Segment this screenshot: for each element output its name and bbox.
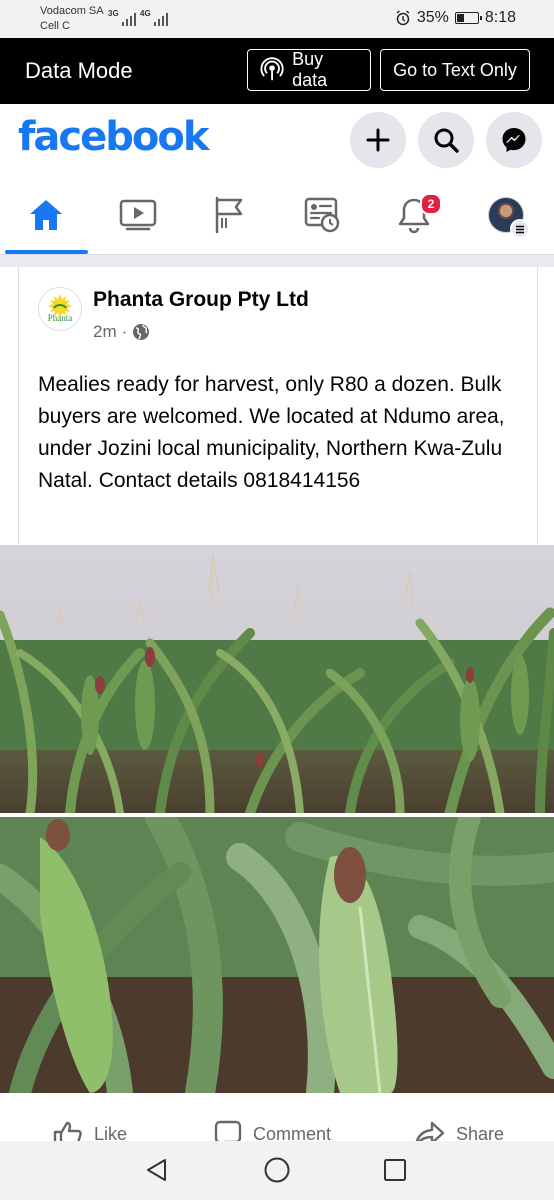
buy-data-label: Buy data [292, 49, 328, 90]
messenger-button[interactable] [486, 112, 542, 168]
video-icon [119, 199, 157, 231]
profile-menu-icon [488, 197, 530, 239]
buy-data-button[interactable]: Buy data [247, 49, 371, 91]
clock: 8:18 [484, 9, 516, 26]
phanta-logo: Phanta [39, 288, 81, 330]
globe-icon [133, 324, 150, 340]
data-mode-title: Data Mode [25, 58, 133, 83]
share-icon [415, 1121, 445, 1141]
home-icon [30, 200, 62, 230]
maize-field-image [0, 545, 554, 813]
android-nav-bar [0, 1141, 554, 1200]
comment-icon [214, 1120, 242, 1141]
post-card: Phanta Phanta Group Pty Ltd 2m · Mealies… [18, 267, 538, 545]
carrier-secondary: Cell C [40, 20, 70, 32]
recents-square-icon [384, 1159, 406, 1181]
status-right: 35% 8:18 [395, 9, 516, 27]
signal-icon-1 [122, 10, 136, 26]
tab-menu[interactable] [460, 176, 552, 254]
tab-notifications[interactable]: 2 [368, 176, 460, 254]
phanta-logo-text: Phanta [48, 313, 73, 323]
plus-icon [366, 128, 390, 152]
thumbs-up-icon [53, 1121, 82, 1141]
active-tab-indicator [5, 250, 88, 254]
messenger-icon [502, 128, 526, 152]
flag-icon [215, 196, 243, 234]
search-button[interactable] [418, 112, 474, 168]
share-label: Share [456, 1123, 505, 1142]
back-triangle-icon [147, 1159, 166, 1181]
post-photo-2[interactable] [0, 817, 554, 1093]
tab-pages[interactable] [184, 176, 276, 254]
create-post-button[interactable] [350, 112, 406, 168]
post-text: Mealies ready for harvest, only R80 a do… [38, 373, 505, 492]
comment-button[interactable]: Comment [213, 1119, 331, 1141]
go-to-text-only-button[interactable]: Go to Text Only [380, 49, 530, 91]
tab-news[interactable] [276, 176, 368, 254]
nav-tabs: 2 [0, 176, 554, 255]
carrier-info: Vodacom SA Cell C [40, 4, 104, 34]
comment-label: Comment [253, 1123, 332, 1142]
notification-badge: 2 [420, 193, 442, 215]
share-button[interactable]: Share [414, 1119, 504, 1141]
hamburger-icon [510, 219, 530, 239]
meta-separator: · [121, 322, 128, 341]
recents-button[interactable] [380, 1155, 410, 1185]
search-icon [434, 128, 459, 153]
like-button[interactable]: Like [52, 1119, 127, 1141]
status-bar: Vodacom SA Cell C 3G 4G 35% 8:18 [0, 0, 554, 38]
post-photo-1[interactable] [0, 545, 554, 813]
battery-icon [454, 12, 482, 24]
maize-cobs-image [0, 817, 554, 1093]
tab-watch[interactable] [92, 176, 184, 254]
tab-home[interactable] [0, 176, 92, 254]
alarm-icon [396, 10, 410, 26]
page-avatar[interactable]: Phanta [38, 287, 82, 331]
like-label: Like [94, 1123, 128, 1142]
home-circle-icon [264, 1157, 290, 1183]
post-meta: 2m · [93, 322, 150, 342]
text-only-label: Go to Text Only [393, 59, 517, 80]
battery-percent: 35% [416, 9, 449, 26]
network-type-1: 3G [108, 9, 119, 18]
facebook-logo[interactable]: facebook [18, 114, 209, 160]
home-system-button[interactable] [262, 1155, 292, 1185]
network-type-2: 4G [140, 9, 151, 18]
post-time[interactable]: 2m [93, 322, 117, 342]
page-name[interactable]: Phanta Group Pty Ltd [93, 288, 309, 312]
news-feed-clock-icon [304, 197, 340, 233]
broadcast-icon [260, 57, 284, 81]
post-actions: Like Comment Share [0, 1093, 554, 1141]
back-button[interactable] [142, 1155, 172, 1185]
facebook-header: facebook [0, 104, 554, 176]
carrier-name: Vodacom SA [40, 5, 104, 17]
feed-divider [0, 255, 554, 267]
signal-icon-2 [154, 10, 168, 26]
data-mode-bar: Data Mode Buy data Go to Text Only [0, 38, 554, 104]
battery-fill [456, 14, 464, 22]
